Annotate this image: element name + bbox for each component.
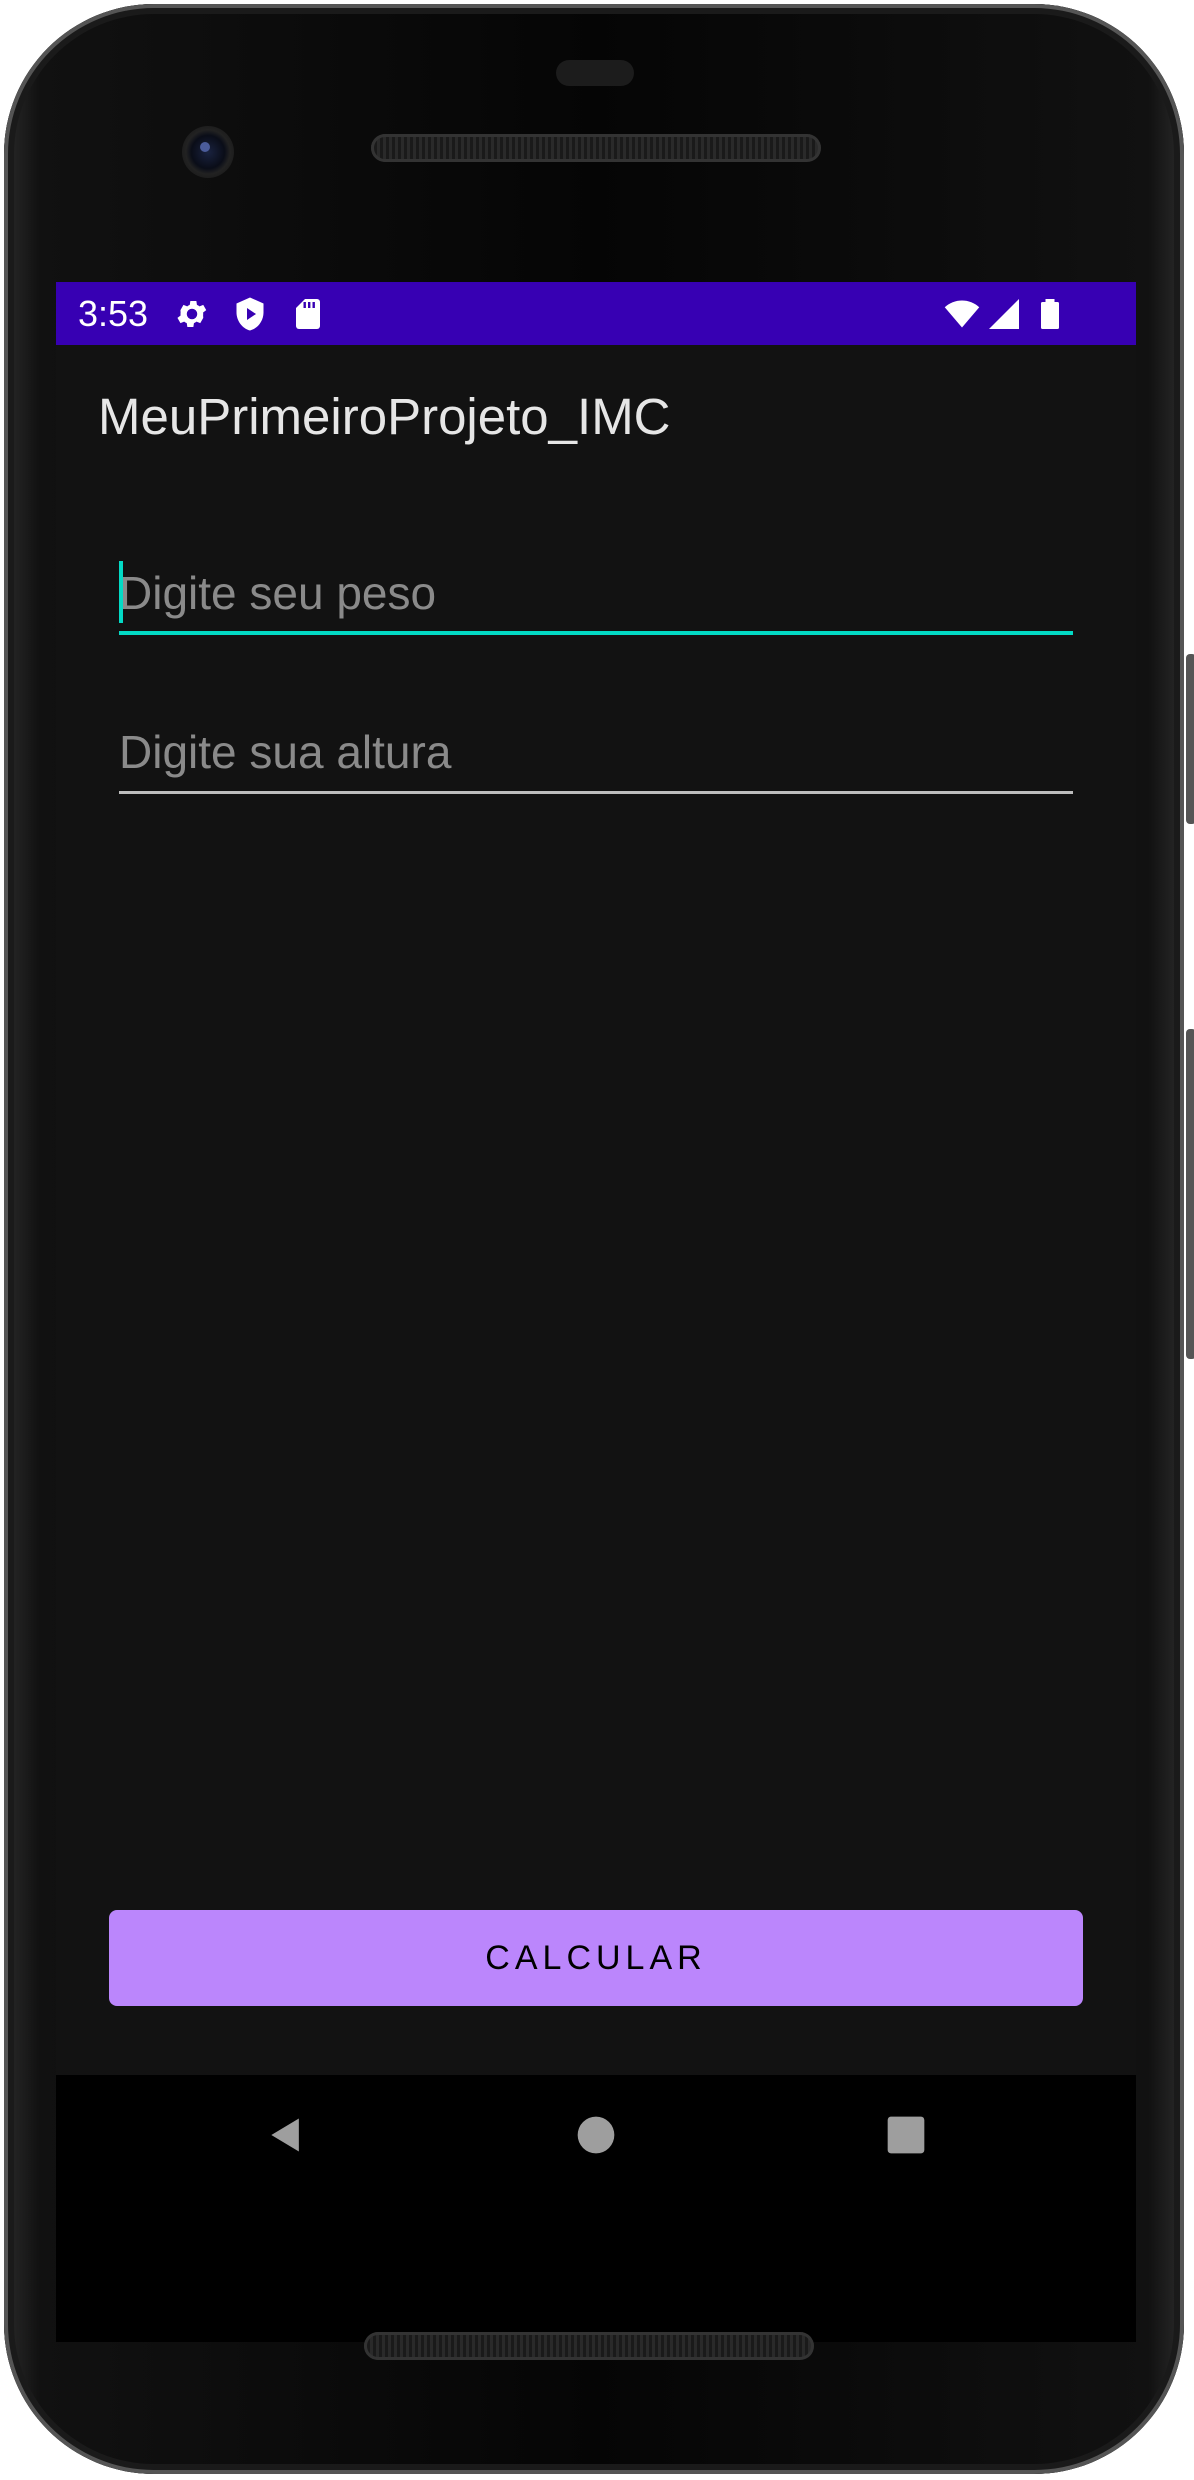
back-icon (271, 2118, 299, 2152)
height-input[interactable] (119, 714, 1073, 790)
status-bar: 3:53 (56, 282, 1136, 345)
power-button[interactable] (1186, 654, 1194, 824)
recents-button[interactable] (876, 2105, 936, 2165)
back-button[interactable] (256, 2105, 316, 2165)
front-camera (182, 126, 234, 178)
navigation-bar (56, 2075, 1136, 2201)
height-field-underline (119, 791, 1073, 794)
volume-rocker[interactable] (1186, 1029, 1194, 1359)
wifi-icon (944, 300, 980, 328)
weight-input[interactable] (119, 555, 1073, 631)
device-screen: 3:53 MeuPrimeiroProjeto_IMC Digite seu p… (56, 282, 1136, 2342)
recents-icon (887, 2116, 925, 2154)
phone-frame: 3:53 MeuPrimeiroProjeto_IMC Digite seu p… (4, 4, 1194, 2474)
calculate-button[interactable]: CALCULAR (109, 1910, 1083, 2006)
app-title: MeuPrimeiroProjeto_IMC (98, 388, 671, 445)
home-button[interactable] (566, 2105, 626, 2165)
battery-icon (1041, 299, 1059, 329)
bottom-speaker (364, 2332, 814, 2360)
home-icon (577, 2116, 615, 2154)
height-field[interactable] (119, 714, 1073, 794)
proximity-sensor (556, 60, 634, 86)
weight-field[interactable] (119, 555, 1073, 635)
signal-icon (989, 299, 1019, 329)
earpiece-speaker (371, 134, 821, 162)
shield-play-icon (236, 297, 264, 331)
app-content: MeuPrimeiroProjeto_IMC CALCULAR (56, 345, 1136, 2075)
text-cursor (119, 561, 123, 623)
weight-field-underline (119, 631, 1073, 635)
sd-card-icon (296, 299, 320, 329)
status-time: 3:53 (78, 293, 149, 334)
gear-icon (177, 300, 207, 328)
